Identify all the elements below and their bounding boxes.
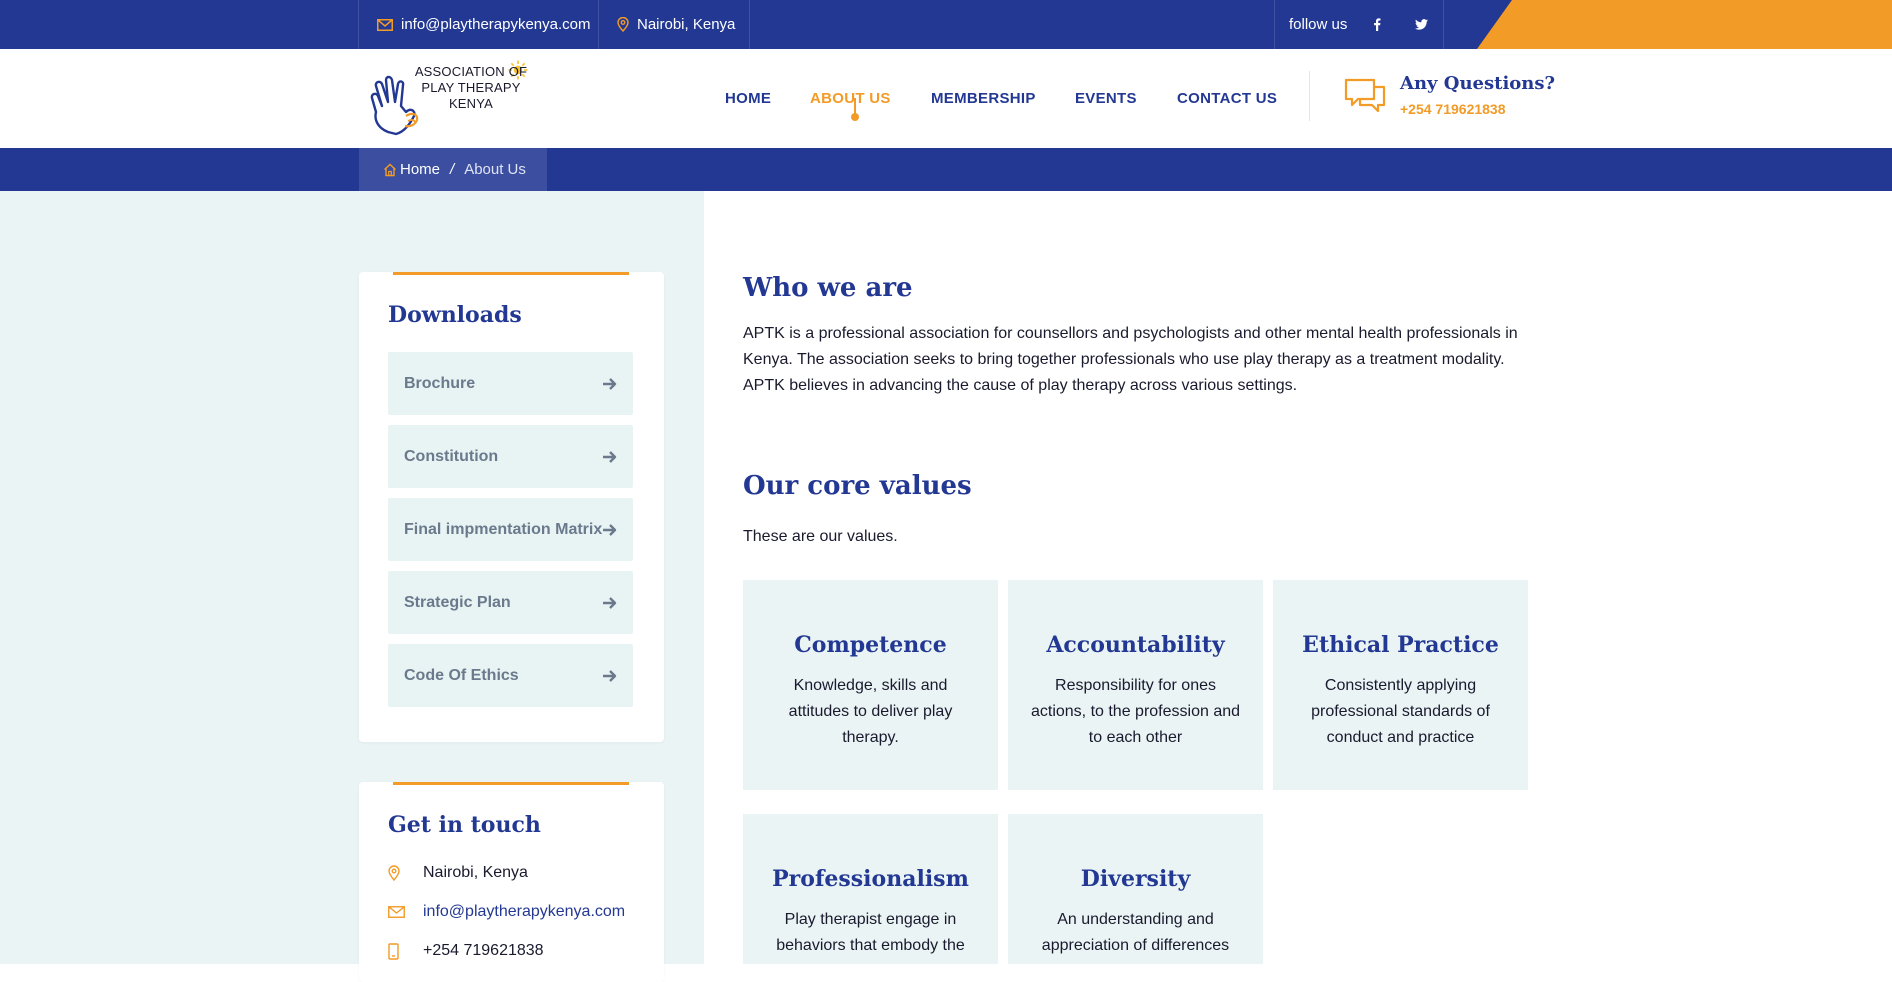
topbar-location: Nairobi, Kenya xyxy=(598,0,750,49)
download-strategic-plan[interactable]: Strategic Plan xyxy=(388,571,633,634)
arrow-right-icon xyxy=(603,669,617,682)
map-pin-icon xyxy=(617,17,629,32)
arrow-right-icon xyxy=(603,377,617,390)
header-divider xyxy=(1309,71,1310,121)
topbar-email-link[interactable]: info@playtherapykenya.com xyxy=(358,0,598,49)
logo-line-3: KENYA xyxy=(448,96,494,111)
download-label: Constitution xyxy=(404,447,499,465)
downloads-title: Downloads xyxy=(388,302,522,328)
touch-phone-text: +254 719621838 xyxy=(423,942,544,959)
value-title: Competence xyxy=(794,632,947,658)
value-desc: Knowledge, skills and attitudes to deliv… xyxy=(788,677,953,746)
touch-phone[interactable]: +254 719621838 xyxy=(388,942,544,960)
core-values-intro: These are our values. xyxy=(743,528,898,545)
value-card-competence: Competence Knowledge, skills and attitud… xyxy=(743,580,998,790)
topbar-email-text: info@playtherapykenya.com xyxy=(401,16,591,33)
downloads-card-accent xyxy=(393,272,629,275)
nav-membership[interactable]: MEMBERSHIP xyxy=(931,90,1036,107)
twitter-icon[interactable] xyxy=(1415,19,1436,30)
chat-bubbles-icon xyxy=(1344,78,1386,113)
value-card-ethical-practice: Ethical Practice Consistently applying p… xyxy=(1273,580,1528,790)
touch-card-accent xyxy=(393,782,629,785)
breadcrumb-separator: / xyxy=(450,161,455,178)
site-logo[interactable]: ASSOCIATION OF PLAY THERAPY KENYA xyxy=(370,60,530,138)
breadcrumb-current: About Us xyxy=(464,161,526,178)
value-desc: Play therapist engage in behaviors that … xyxy=(776,911,965,954)
any-questions-block: Any Questions? +254 719621838 xyxy=(1344,73,1555,120)
download-brochure[interactable]: Brochure xyxy=(388,352,633,415)
topbar-social: follow us xyxy=(1274,0,1444,49)
core-values-heading: Our core values xyxy=(743,471,972,501)
value-title: Diversity xyxy=(1080,866,1191,892)
breadcrumb-bar: Home / About Us xyxy=(0,148,1892,191)
envelope-icon xyxy=(388,906,405,918)
download-label: Final impmentation Matrix xyxy=(404,520,603,538)
value-desc: An understanding and appreciation of dif… xyxy=(1041,911,1230,954)
value-title: Ethical Practice xyxy=(1302,632,1499,658)
touch-email-text: info@playtherapykenya.com xyxy=(423,903,626,920)
topbar-location-text: Nairobi, Kenya xyxy=(637,16,736,33)
arrow-right-icon xyxy=(603,450,617,463)
home-icon xyxy=(384,163,396,176)
active-nav-indicator-dot xyxy=(851,113,859,121)
who-we-are-heading: Who we are xyxy=(743,273,913,303)
value-desc: Consistently applying professional stand… xyxy=(1311,677,1490,746)
map-pin-icon xyxy=(388,865,400,881)
value-card-professionalism: Professionalism Play therapist engage in… xyxy=(743,814,998,964)
download-label: Brochure xyxy=(404,374,476,392)
arrow-right-icon xyxy=(603,596,617,609)
download-constitution[interactable]: Constitution xyxy=(388,425,633,488)
get-in-touch-card: Get in touch Nairobi, Kenya info@playthe… xyxy=(359,782,664,982)
touch-email[interactable]: info@playtherapykenya.com xyxy=(388,903,625,921)
breadcrumb-home-link[interactable]: Home xyxy=(400,161,440,178)
download-label: Strategic Plan xyxy=(404,593,511,611)
value-title: Professionalism xyxy=(772,866,969,892)
nav-about-us[interactable]: ABOUT US xyxy=(810,90,891,107)
value-card-diversity: Diversity An understanding and appreciat… xyxy=(1008,814,1263,964)
envelope-icon xyxy=(377,18,393,31)
any-questions-phone[interactable]: +254 719621838 xyxy=(1400,101,1506,117)
logo-line-2: PLAY THERAPY xyxy=(421,80,521,95)
follow-us-label: follow us xyxy=(1289,16,1348,33)
touch-location-text: Nairobi, Kenya xyxy=(423,864,528,881)
top-bar: info@playtherapykenya.com Nairobi, Kenya… xyxy=(0,0,1892,49)
touch-location: Nairobi, Kenya xyxy=(388,864,528,882)
breadcrumb: Home / About Us xyxy=(359,148,547,191)
nav-contact-us[interactable]: CONTACT US xyxy=(1177,90,1277,107)
download-implementation-matrix[interactable]: Final impmentation Matrix xyxy=(388,498,633,561)
value-title: Accountability xyxy=(1046,632,1225,658)
download-code-of-ethics[interactable]: Code Of Ethics xyxy=(388,644,633,707)
arrow-right-icon xyxy=(603,523,617,536)
value-desc: Responsibility for ones actions, to the … xyxy=(1030,677,1241,746)
value-card-accountability: Accountability Responsibility for ones a… xyxy=(1008,580,1263,790)
top-bar-accent xyxy=(1477,0,1892,49)
get-in-touch-title: Get in touch xyxy=(388,812,541,838)
nav-home[interactable]: HOME xyxy=(725,90,771,107)
site-header: ASSOCIATION OF PLAY THERAPY KENYA HOME A… xyxy=(0,49,1892,148)
download-label: Code Of Ethics xyxy=(404,666,519,684)
downloads-card: Downloads Brochure Constitution Final im… xyxy=(359,272,664,742)
phone-icon xyxy=(388,942,399,960)
logo-line-1: ASSOCIATION OF xyxy=(414,64,528,79)
facebook-icon[interactable] xyxy=(1373,18,1389,31)
nav-events[interactable]: EVENTS xyxy=(1075,90,1137,107)
any-questions-title: Any Questions? xyxy=(1400,73,1556,94)
who-we-are-text: APTK is a professional association for c… xyxy=(743,325,1518,394)
